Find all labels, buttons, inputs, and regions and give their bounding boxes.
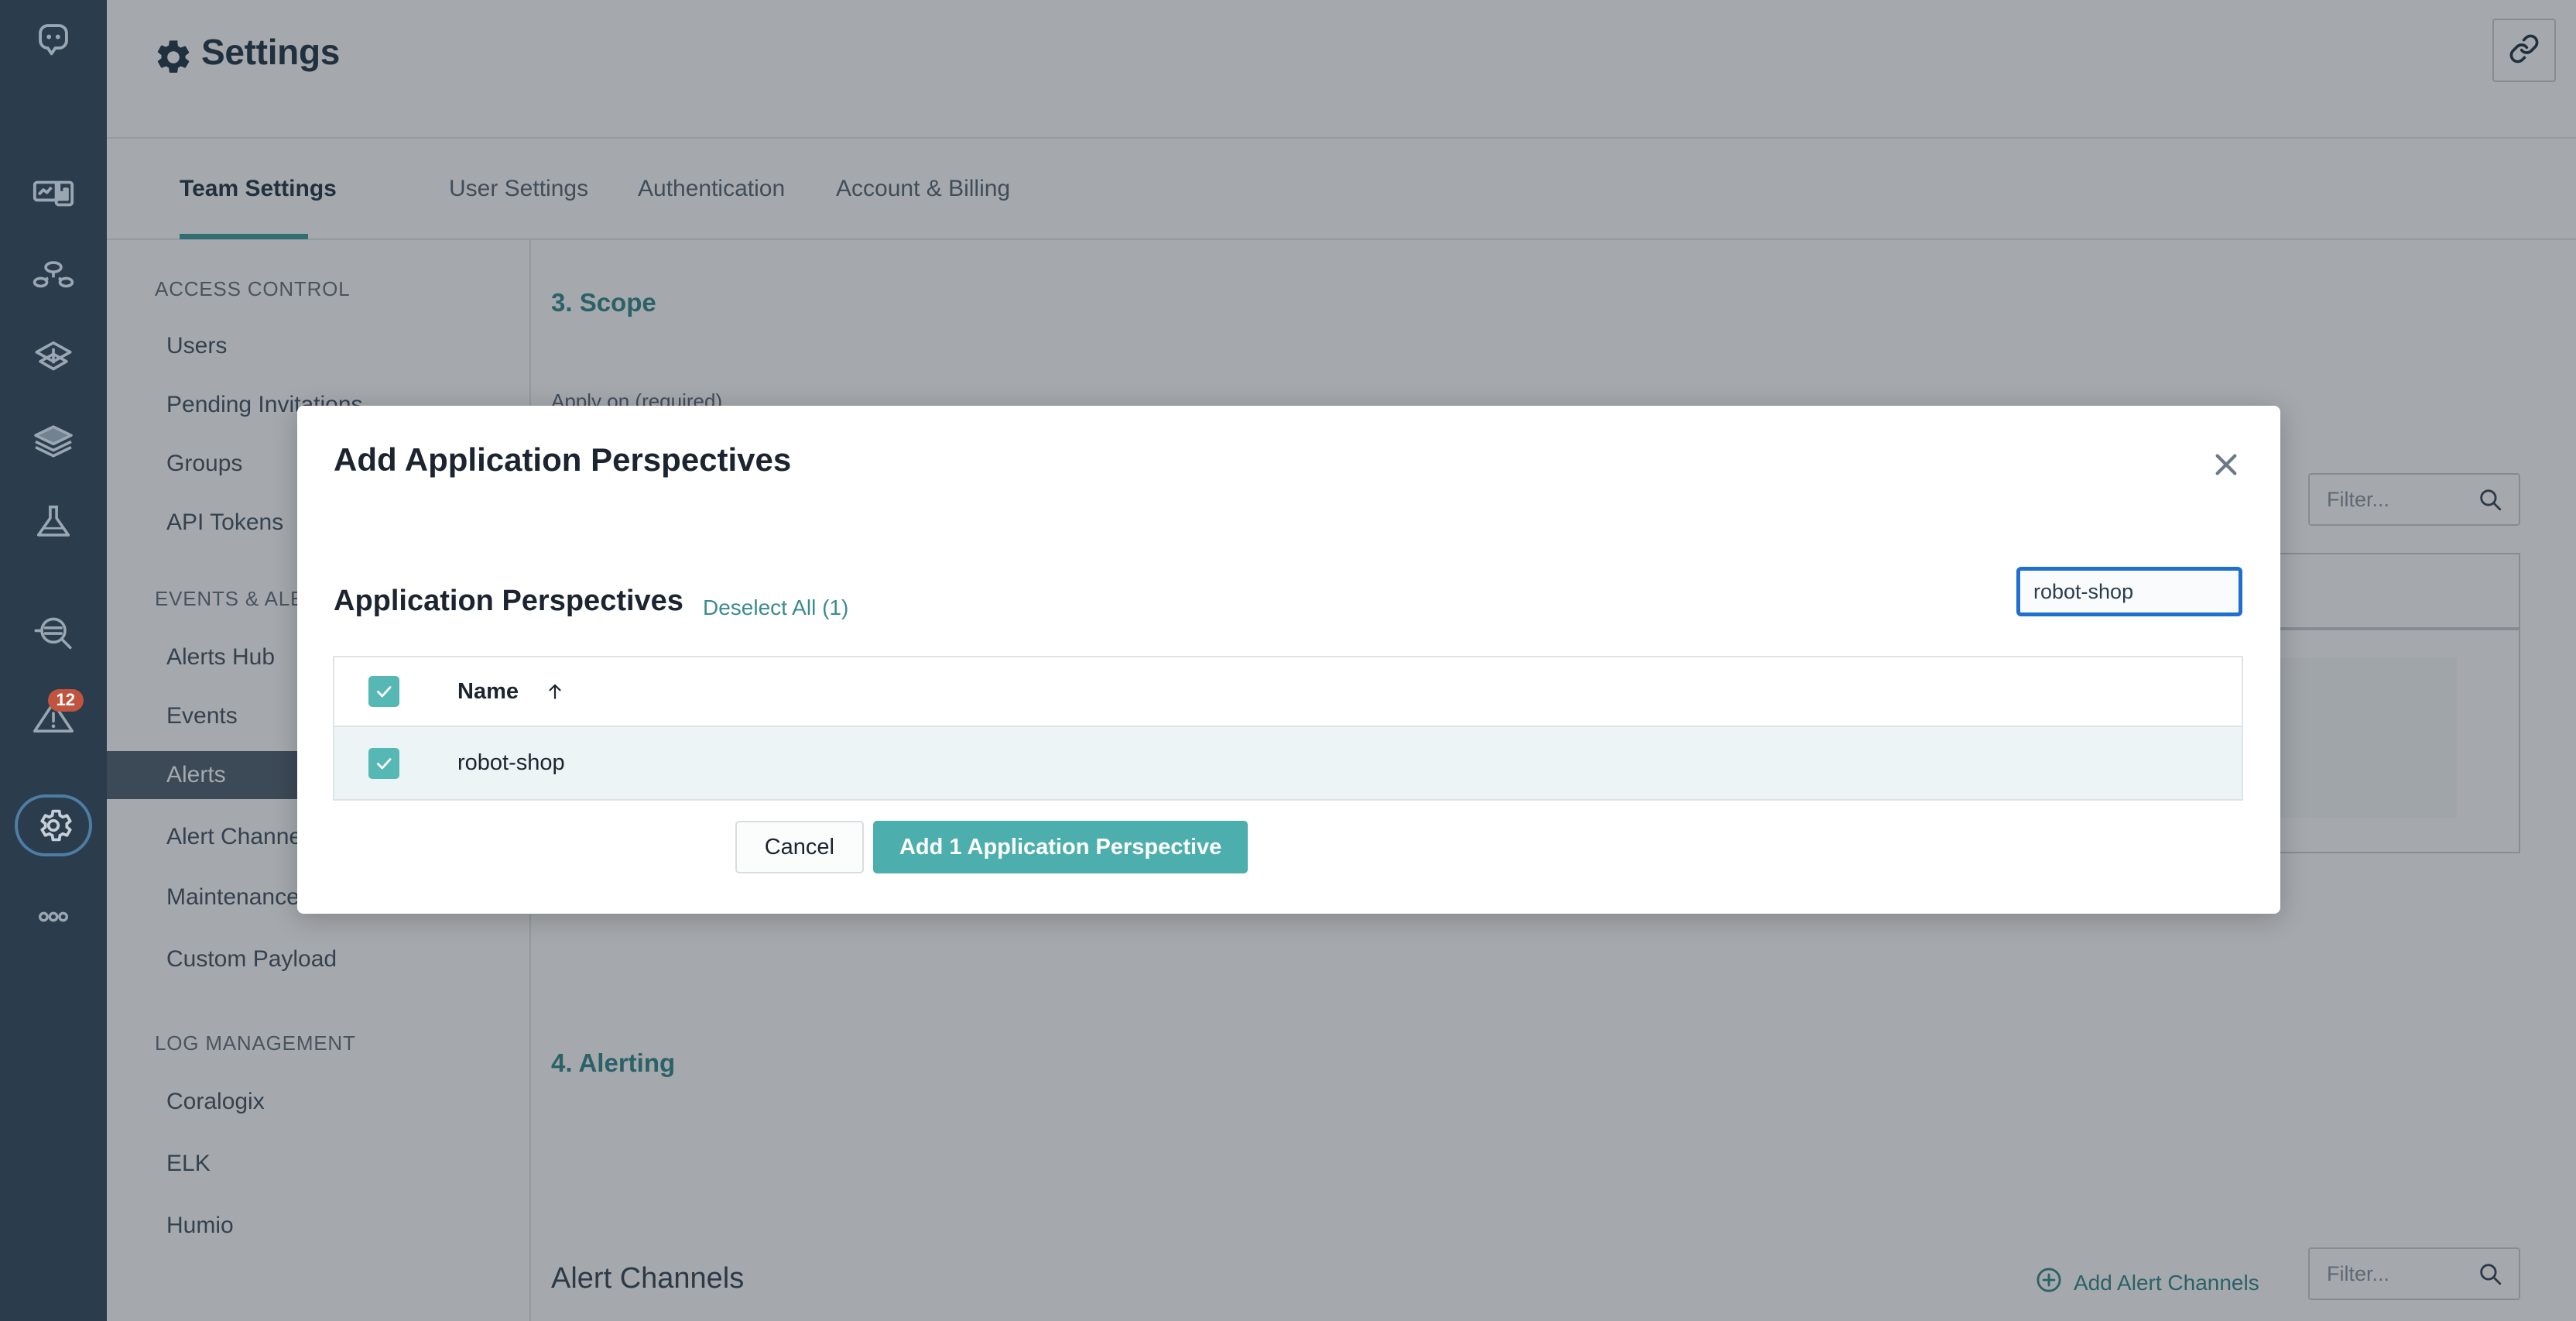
link-chain-icon — [2509, 33, 2540, 68]
sidebar-item-label: Humio — [166, 1213, 234, 1239]
subnav-group-log-management: LOG MANAGEMENT — [155, 1031, 356, 1055]
column-header-name[interactable]: Name — [457, 679, 519, 705]
alerts-badge-count: 12 — [48, 689, 84, 712]
sidebar-item-label: Events — [166, 703, 238, 729]
row-checkbox[interactable] — [368, 748, 399, 779]
sidebar-item-label: Custom Payload — [166, 946, 337, 973]
active-tab-underline — [180, 234, 308, 239]
dialog-title: Add Application Perspectives — [334, 441, 791, 479]
application-perspectives-table: Name robot-shop — [333, 656, 2243, 801]
infrastructure-icon[interactable] — [0, 319, 107, 396]
deselect-all-link[interactable]: Deselect All (1) — [703, 595, 848, 620]
section-title-scope: 3. Scope — [551, 288, 656, 317]
table-header-row: Name — [334, 657, 2242, 727]
tab-team-settings[interactable]: Team Settings — [180, 176, 337, 202]
scope-filter-input[interactable]: Filter... — [2308, 473, 2520, 526]
sidebar-item-label: Groups — [166, 451, 242, 477]
subnav-group-access-control: ACCESS CONTROL — [155, 277, 350, 301]
page-title: Settings — [201, 31, 340, 73]
analyze-search-icon[interactable] — [0, 595, 107, 672]
synthetics-flask-icon[interactable] — [0, 483, 107, 561]
tab-authentication[interactable]: Authentication — [638, 176, 785, 202]
link-chain-button[interactable] — [2492, 19, 2556, 82]
plus-circle-icon — [2035, 1266, 2063, 1299]
alert-channels-filter-input[interactable]: Filter... — [2308, 1247, 2520, 1300]
more-ellipsis-icon[interactable] — [0, 878, 107, 956]
dashboard-icon[interactable] — [0, 155, 107, 232]
add-alert-channels-label: Add Alert Channels — [2074, 1271, 2259, 1295]
tab-account-billing[interactable]: Account & Billing — [836, 176, 1010, 202]
dialog-section-title: Application Perspectives — [334, 585, 683, 618]
search-icon — [2477, 1261, 2503, 1291]
app-root: Settings Team Settings User Settings Aut… — [0, 0, 2576, 1321]
alerts-warning-icon[interactable]: 12 — [0, 678, 107, 756]
alert-channels-filter-placeholder: Filter... — [2327, 1262, 2389, 1286]
sidebar-item-label: Alerts Hub — [166, 644, 275, 671]
page-header: Settings — [107, 0, 2576, 139]
sidebar-item-label: ELK — [166, 1151, 211, 1177]
layers-icon[interactable] — [0, 401, 107, 479]
add-alert-channels-button[interactable]: Add Alert Channels — [2035, 1266, 2259, 1299]
tab-user-settings[interactable]: User Settings — [449, 176, 588, 202]
dialog-footer: Cancel Add 1 Application Perspective — [0, 821, 1983, 873]
sort-ascending-arrow-icon — [545, 678, 565, 709]
table-row[interactable]: robot-shop — [334, 727, 2242, 799]
close-button[interactable] — [2206, 446, 2246, 486]
robot-logo-icon[interactable] — [0, 0, 107, 77]
scope-filter-placeholder: Filter... — [2327, 488, 2389, 512]
search-icon — [2477, 486, 2503, 516]
sidebar-item-label: API Tokens — [166, 510, 283, 536]
sidebar-item-humio[interactable]: Humio — [107, 1202, 529, 1250]
close-icon — [2209, 448, 2243, 486]
sidebar-item-label: Coralogix — [166, 1089, 265, 1115]
add-application-perspective-button[interactable]: Add 1 Application Perspective — [873, 821, 1248, 873]
services-icon[interactable] — [0, 237, 107, 314]
global-icon-rail: 12 — [0, 0, 107, 1321]
sidebar-item-users[interactable]: Users — [107, 322, 529, 370]
sidebar-item-label: Users — [166, 333, 227, 359]
settings-tab-bar: Team Settings User Settings Authenticati… — [107, 139, 2576, 240]
alert-channels-heading: Alert Channels — [551, 1262, 744, 1295]
sidebar-item-elk[interactable]: ELK — [107, 1140, 529, 1188]
sidebar-item-custom-payload[interactable]: Custom Payload — [107, 935, 529, 983]
perspective-search-value: robot-shop — [2033, 580, 2133, 604]
cancel-button[interactable]: Cancel — [735, 821, 864, 873]
row-name-cell: robot-shop — [457, 750, 565, 776]
section-title-alerting: 4. Alerting — [551, 1048, 675, 1078]
perspective-search-input[interactable]: robot-shop — [2016, 567, 2242, 616]
sidebar-item-coralogix[interactable]: Coralogix — [107, 1078, 529, 1126]
sidebar-item-label: Alerts — [166, 762, 226, 788]
select-all-checkbox[interactable] — [368, 676, 399, 707]
gear-icon — [153, 37, 194, 81]
